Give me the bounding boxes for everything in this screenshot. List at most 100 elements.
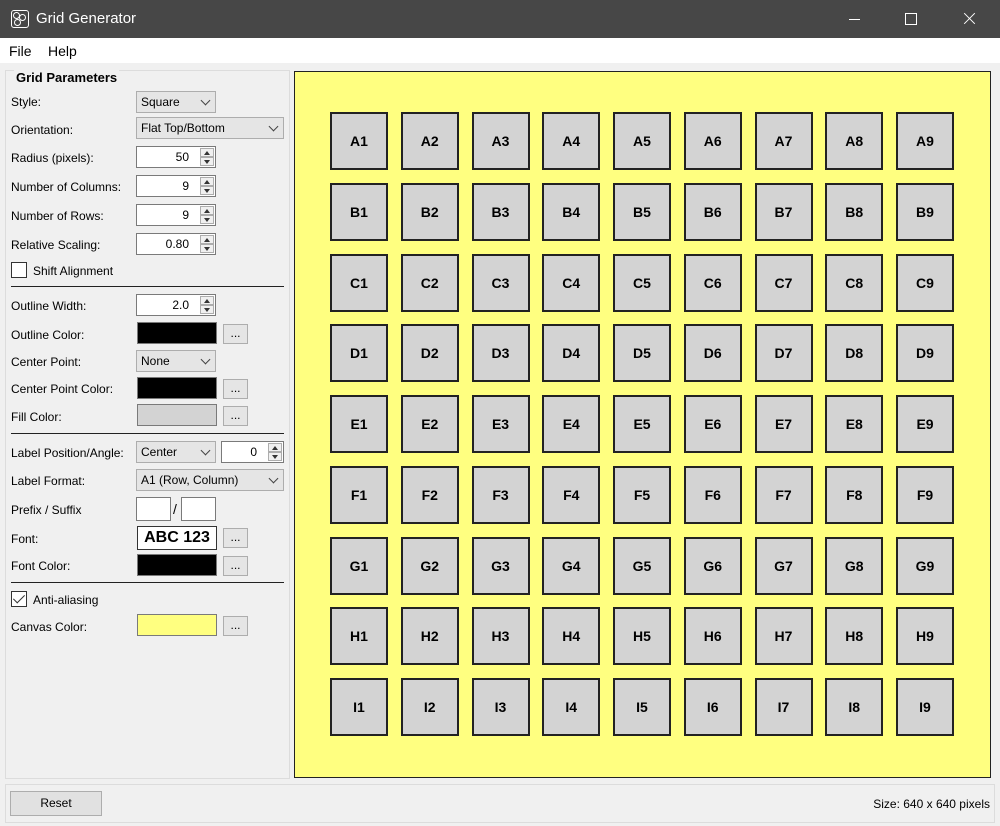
rows-value: 9 bbox=[182, 208, 189, 222]
check-icon bbox=[12, 591, 26, 604]
grid-cell: A3 bbox=[471, 112, 530, 170]
grid-canvas[interactable]: A1 A2 A3 A4 A5 A6 A7 A8 A9 B1 B2 B3 B4 B5 B6 B7 B8 B9 C1 C2… bbox=[295, 72, 990, 777]
spin-up-icon[interactable] bbox=[200, 148, 214, 157]
center-point-select[interactable]: None bbox=[136, 350, 216, 372]
canvas-size-label: Size: 640 x 640 pixels bbox=[873, 797, 990, 811]
spin-down-icon[interactable] bbox=[268, 452, 282, 461]
grid-cell: G6 bbox=[683, 536, 742, 595]
grid-cell: D4 bbox=[542, 324, 601, 383]
grid-cell: I1 bbox=[330, 678, 388, 736]
grid-cell: G5 bbox=[613, 536, 671, 595]
divider bbox=[11, 433, 284, 434]
outline-color-label: Outline Color: bbox=[11, 328, 85, 342]
grid-cell: C1 bbox=[330, 253, 388, 312]
grid-canvas-frame: A1 A2 A3 A4 A5 A6 A7 A8 A9 B1 B2 B3 B4 B5 B6 B7 B8 B9 C1 C2… bbox=[294, 71, 991, 778]
spin-up-icon[interactable] bbox=[200, 206, 214, 215]
font-color-button[interactable]: ... bbox=[223, 556, 248, 576]
grid-cell: G1 bbox=[330, 536, 388, 595]
chevron-down-icon bbox=[200, 354, 211, 365]
style-label: Style: bbox=[11, 95, 42, 109]
close-icon[interactable] bbox=[940, 0, 998, 38]
menu-help[interactable]: Help bbox=[48, 43, 77, 59]
center-point-color-label: Center Point Color: bbox=[11, 382, 114, 396]
grid-cell: C3 bbox=[471, 253, 530, 312]
spin-up-icon[interactable] bbox=[200, 296, 214, 305]
menu-file[interactable]: File bbox=[9, 43, 32, 59]
grid-cell: C9 bbox=[896, 253, 954, 312]
shift-alignment-checkbox[interactable] bbox=[11, 262, 27, 278]
grid-cell: H1 bbox=[330, 607, 388, 666]
grid-cell: I7 bbox=[754, 678, 813, 736]
spin-up-icon[interactable] bbox=[268, 443, 282, 452]
grid-cell: E2 bbox=[400, 395, 459, 453]
grid-cell: A2 bbox=[400, 112, 459, 170]
canvas-color-swatch[interactable] bbox=[137, 614, 217, 636]
grid-cell: B1 bbox=[330, 182, 388, 241]
label-position-select[interactable]: Center bbox=[136, 441, 216, 463]
grid-cell: C4 bbox=[542, 253, 601, 312]
minimize-icon[interactable] bbox=[825, 0, 883, 38]
chevron-down-icon bbox=[268, 121, 279, 132]
status-bar: Reset Size: 640 x 640 pixels bbox=[5, 784, 995, 823]
label-angle-spinner[interactable]: 0 bbox=[221, 441, 284, 463]
label-angle-value: 0 bbox=[250, 445, 257, 459]
grid-cell: F8 bbox=[825, 465, 884, 524]
grid-cell: E3 bbox=[471, 395, 530, 453]
grid-cell: C5 bbox=[613, 253, 671, 312]
grid-cell: A7 bbox=[754, 112, 813, 170]
center-point-color-swatch[interactable] bbox=[137, 377, 217, 399]
orientation-value: Flat Top/Bottom bbox=[141, 121, 225, 135]
grid-cell: I9 bbox=[896, 678, 954, 736]
rows-label: Number of Rows: bbox=[11, 209, 104, 223]
reset-button[interactable]: Reset bbox=[10, 791, 102, 816]
grid-cell: D2 bbox=[400, 324, 459, 383]
chevron-down-icon bbox=[200, 445, 211, 456]
grid-cell: G8 bbox=[825, 536, 884, 595]
scaling-value: 0.80 bbox=[165, 237, 189, 251]
spin-down-icon[interactable] bbox=[200, 305, 214, 314]
grid-cell: G3 bbox=[471, 536, 530, 595]
center-point-color-button[interactable]: ... bbox=[223, 379, 248, 399]
outline-width-label: Outline Width: bbox=[11, 299, 87, 313]
spin-down-icon[interactable] bbox=[200, 186, 214, 195]
label-format-select[interactable]: A1 (Row, Column) bbox=[136, 469, 284, 491]
grid-cell: C8 bbox=[825, 253, 884, 312]
spin-down-icon[interactable] bbox=[200, 244, 214, 253]
spin-down-icon[interactable] bbox=[200, 215, 214, 224]
fill-color-button[interactable]: ... bbox=[223, 406, 248, 426]
grid-cell: E6 bbox=[683, 395, 742, 453]
spin-down-icon[interactable] bbox=[200, 157, 214, 166]
grid-cell: A6 bbox=[683, 112, 742, 170]
outline-color-swatch[interactable] bbox=[137, 322, 217, 344]
grid-cell: D9 bbox=[896, 324, 954, 383]
maximize-icon[interactable] bbox=[882, 0, 940, 38]
orientation-select[interactable]: Flat Top/Bottom bbox=[136, 117, 284, 139]
grid-cell: B7 bbox=[754, 182, 813, 241]
grid-cell: D6 bbox=[683, 324, 742, 383]
grid-cell: E8 bbox=[825, 395, 884, 453]
prefix-input[interactable] bbox=[136, 497, 171, 521]
canvas-color-button[interactable]: ... bbox=[223, 616, 248, 636]
font-color-swatch[interactable] bbox=[137, 554, 217, 576]
spin-up-icon[interactable] bbox=[200, 235, 214, 244]
outline-width-spinner[interactable]: 2.0 bbox=[136, 294, 216, 316]
grid-cell: D8 bbox=[825, 324, 884, 383]
font-button[interactable]: ... bbox=[223, 528, 248, 548]
style-select[interactable]: Square bbox=[136, 91, 216, 113]
columns-spinner[interactable]: 9 bbox=[136, 175, 216, 197]
menu-bar: File Help bbox=[0, 38, 1000, 63]
rows-spinner[interactable]: 9 bbox=[136, 204, 216, 226]
grid-cell: I4 bbox=[542, 678, 601, 736]
grid-cell: B4 bbox=[542, 182, 601, 241]
grid-cell: H6 bbox=[683, 607, 742, 666]
scaling-spinner[interactable]: 0.80 bbox=[136, 233, 216, 255]
grid-cell: F3 bbox=[471, 465, 530, 524]
radius-spinner[interactable]: 50 bbox=[136, 146, 216, 168]
fill-color-label: Fill Color: bbox=[11, 410, 62, 424]
anti-aliasing-checkbox[interactable] bbox=[11, 591, 27, 607]
fill-color-swatch[interactable] bbox=[137, 404, 217, 426]
suffix-input[interactable] bbox=[181, 497, 216, 521]
outline-color-button[interactable]: ... bbox=[223, 324, 248, 344]
radius-value: 50 bbox=[175, 150, 189, 164]
spin-up-icon[interactable] bbox=[200, 177, 214, 186]
